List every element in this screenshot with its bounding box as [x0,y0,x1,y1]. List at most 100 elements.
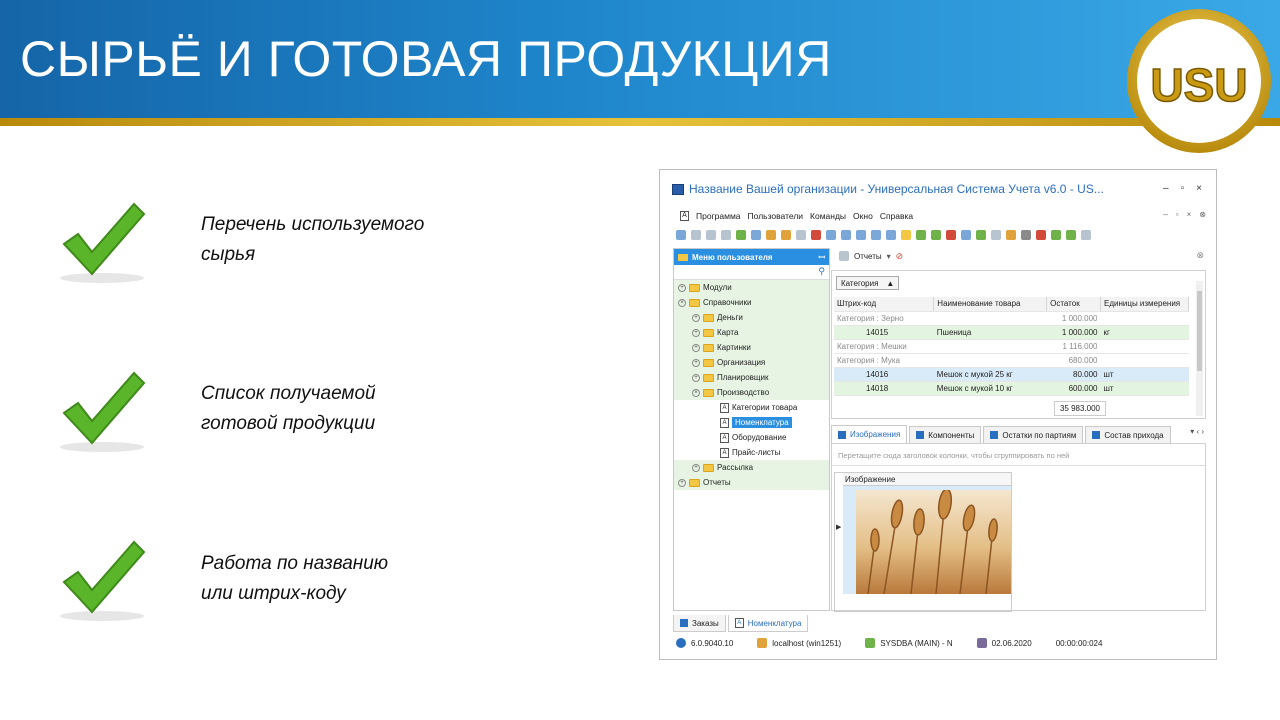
tree-item-reports[interactable]: + Отчеты [674,475,829,490]
menu-window[interactable]: Окно [853,211,873,221]
status-server: localhost (win1251) [757,638,841,648]
column-image[interactable]: Изображение [843,473,1011,486]
note-icon[interactable] [901,230,911,240]
flag-icon[interactable] [811,230,821,240]
history-icon[interactable] [991,230,1001,240]
menu-commands[interactable]: Команды [810,211,846,221]
maximize-button[interactable]: ▫ [1181,183,1185,194]
scrollbar-thumb[interactable] [1197,291,1202,371]
column-unit[interactable]: Единицы измерения [1100,297,1189,312]
filter-clear-icon[interactable] [781,230,791,240]
expand-icon[interactable]: + [692,313,700,322]
tree-item-product-categories[interactable]: A Категории товара [674,400,829,415]
collapse-icon[interactable]: × [692,388,700,397]
sort-icon[interactable] [871,230,881,240]
search-icon[interactable]: ⚲ [818,266,825,277]
grid-scrollbar[interactable] [1196,281,1203,416]
group-by-chip[interactable]: Категория ▲ [836,276,900,290]
users-icon[interactable] [1051,230,1061,240]
expand-icon[interactable]: + [678,283,686,292]
tree-item-mailing[interactable]: + Рассылка [674,460,829,475]
filter-icon[interactable] [766,230,776,240]
column-stock[interactable]: Остаток [1046,297,1101,312]
table-row[interactable]: Категория : Зерно 1 000.000 [834,311,1189,326]
reports-dropdown[interactable]: Отчеты [854,252,882,261]
expand-icon[interactable]: + [692,358,700,367]
tree-item-organization[interactable]: + Организация [674,355,829,370]
table-row[interactable]: 14015 Пшеница 1 000.000 кг [834,325,1189,340]
menu-program[interactable]: Программа [696,211,741,221]
tab-components[interactable]: Компоненты [909,426,982,443]
tab-scroll-icons[interactable]: ▾ ‹ › [1190,427,1204,436]
menu-help[interactable]: Справка [880,211,913,221]
collapse-icon[interactable] [856,230,866,240]
table-row[interactable]: Категория : Мука 680.000 [834,353,1189,368]
pane-close-icon[interactable]: ⊗ [1196,250,1204,261]
edit-icon[interactable] [706,230,716,240]
table-row[interactable]: Категория : Мешки 1 116.000 [834,339,1189,354]
tree-item-nomenclature[interactable]: A Номенклатура [674,415,829,430]
tree-item-production[interactable]: × Производство [674,385,829,400]
expand-icon[interactable] [841,230,851,240]
mdi-restore-icon[interactable]: ▫ [1176,210,1179,219]
window-icon[interactable] [961,230,971,240]
wheat-image[interactable] [856,490,1011,594]
gear-icon[interactable] [1021,230,1031,240]
tree-item-scheduler[interactable]: + Планировщик [674,370,829,385]
folder-icon [703,463,714,472]
menu-users[interactable]: Пользователи [748,211,803,221]
tab-batch-stock[interactable]: Остатки по партиям [983,426,1084,443]
filter-settings-icon[interactable] [796,230,806,240]
search-icon[interactable] [751,230,761,240]
stop-icon[interactable]: ⊘ [896,251,904,262]
mdi-close-icon[interactable]: × [1187,210,1192,219]
check-icon [60,371,146,452]
tree-item-pictures[interactable]: + Картинки [674,340,829,355]
tab-orders[interactable]: Заказы [673,615,726,632]
tab-receipt-contents[interactable]: Состав прихода [1085,426,1171,443]
tree-item-modules[interactable]: + Модули [674,280,829,295]
expand-icon[interactable]: + [692,373,700,382]
cell-barcode: 14015 [834,325,934,340]
tab-images[interactable]: Изображения [831,425,908,443]
chevron-down-icon[interactable]: ▾ [887,252,891,261]
excel-icon[interactable] [931,230,941,240]
exit-icon[interactable] [976,230,986,240]
pin-icon[interactable]: ꟷ [818,252,825,263]
collapse-icon[interactable]: × [678,298,686,307]
tree-item-money[interactable]: + Деньги [674,310,829,325]
window-new-icon[interactable] [946,230,956,240]
database-icon[interactable] [1036,230,1046,240]
image-icon[interactable] [826,230,836,240]
expand-icon[interactable]: + [692,328,700,337]
column-barcode[interactable]: Штрих-код [834,297,935,312]
tab-nomenclature[interactable]: A Номенклатура [727,615,809,632]
table-row[interactable]: 14018 Мешок с мукой 10 кг 600.000 шт [834,381,1189,396]
copy-icon[interactable] [691,230,701,240]
add-icon[interactable] [676,230,686,240]
map-pin-icon[interactable] [1006,230,1016,240]
bullet-1-line-1: Перечень используемого [201,214,425,235]
refresh-icon[interactable] [736,230,746,240]
menu-search-input[interactable]: ⚲ [674,265,829,280]
mdi-minimize-icon[interactable]: – [1163,210,1167,219]
close-button[interactable]: × [1196,183,1202,194]
mdi-extra-icon[interactable]: ⊗ [1199,210,1206,219]
expand-icon[interactable]: + [678,478,686,487]
cell-barcode: 14016 [834,367,934,382]
export-icon[interactable] [916,230,926,240]
tree-item-directories[interactable]: × Справочники [674,295,829,310]
tree-item-price-lists[interactable]: A Прайс-листы [674,445,829,460]
play-icon[interactable] [1066,230,1076,240]
expand-icon[interactable]: + [692,463,700,472]
expand-icon[interactable]: + [692,343,700,352]
table-row[interactable]: 14016 Мешок с мукой 25 кг 80.000 шт [834,367,1189,382]
help-icon[interactable] [1081,230,1091,240]
minimize-button[interactable]: – [1163,183,1169,194]
tree-item-map[interactable]: + Карта [674,325,829,340]
delete-icon[interactable] [721,230,731,240]
insert-icon[interactable] [886,230,896,240]
tree-item-equipment[interactable]: A Оборудование [674,430,829,445]
tree-item-label: Деньги [717,313,743,322]
column-product-name[interactable]: Наименование товара [933,297,1048,312]
